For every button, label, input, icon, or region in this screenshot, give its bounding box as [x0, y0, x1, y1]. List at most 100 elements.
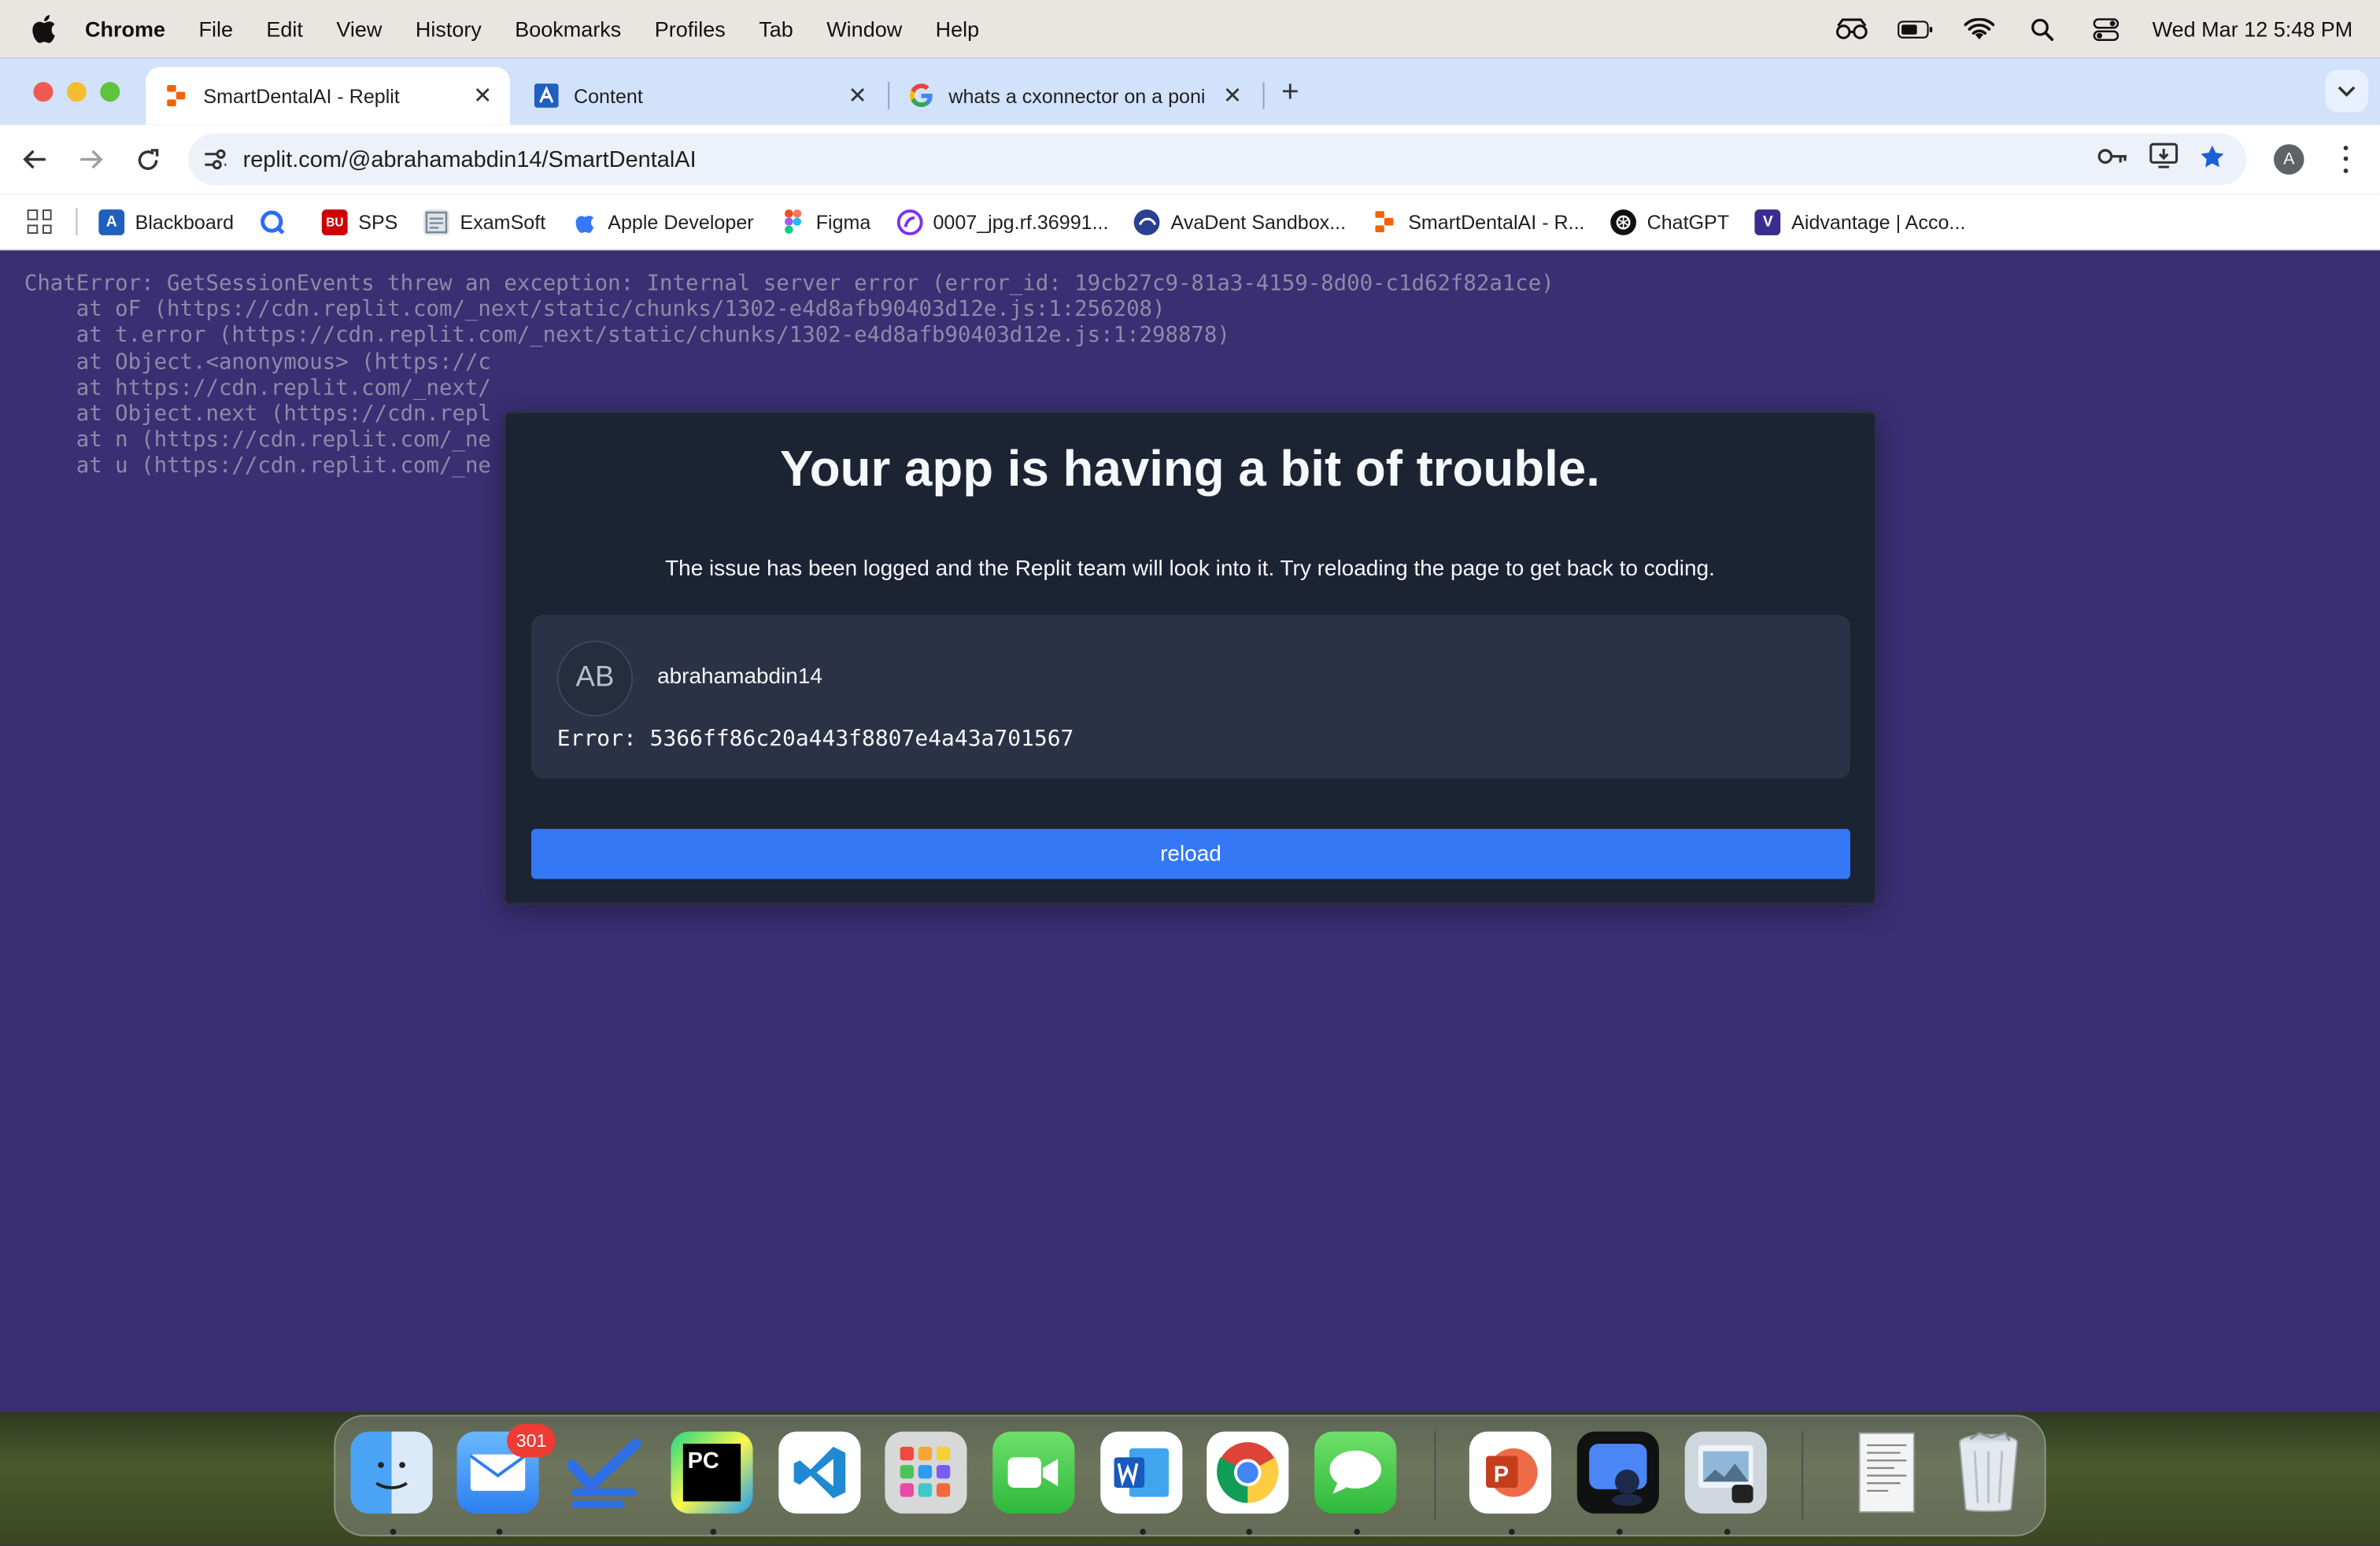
menu-help[interactable]: Help	[918, 17, 996, 41]
menu-window[interactable]: Window	[810, 17, 918, 41]
bookmark-star-icon[interactable]	[2199, 143, 2225, 175]
running-indicator	[710, 1529, 717, 1535]
document-icon[interactable]	[1844, 1432, 1926, 1514]
minimize-window-button[interactable]	[66, 82, 87, 102]
profile-avatar[interactable]: A	[2273, 144, 2304, 175]
tasks-icon[interactable]	[563, 1432, 645, 1514]
replit-icon	[1372, 209, 1398, 235]
stack-line: ChatError: GetSessionEvents threw an exc…	[24, 272, 1554, 297]
chrome-icon[interactable]	[1207, 1431, 1289, 1514]
word-icon[interactable]	[1100, 1431, 1183, 1514]
menubar-clock[interactable]: Wed Mar 12 5:48 PM	[2153, 17, 2353, 41]
screen-sharing-icon[interactable]	[1576, 1431, 1659, 1514]
password-key-icon[interactable]	[2097, 146, 2128, 173]
browser-toolbar: replit.com/@abrahamabdin14/SmartDentalAI…	[0, 124, 2380, 194]
spotlight-search-icon[interactable]	[2025, 15, 2061, 43]
mac-menu-bar: Chrome File Edit View History Bookmarks …	[0, 0, 2380, 58]
back-arrow-icon[interactable]	[17, 141, 53, 177]
bookmark-sps[interactable]: BU SPS	[321, 209, 398, 235]
tab-search-chevron-icon[interactable]	[2325, 69, 2368, 113]
menu-app-name[interactable]: Chrome	[85, 17, 182, 41]
bookmark-apple-developer[interactable]: Apple Developer	[571, 209, 754, 235]
close-tab-icon[interactable]: ✕	[1221, 82, 1245, 109]
fullscreen-window-button[interactable]	[100, 82, 120, 102]
bookmark-avadent[interactable]: AvaDent Sandbox...	[1134, 209, 1346, 235]
tab-separator	[1262, 82, 1265, 109]
google-icon	[909, 83, 933, 108]
launchpad-icon[interactable]	[885, 1431, 967, 1514]
replit-page: ChatError: GetSessionEvents threw an exc…	[0, 250, 2380, 1412]
reload-page-icon[interactable]	[129, 141, 165, 177]
wifi-icon[interactable]	[1961, 15, 1998, 43]
close-tab-icon[interactable]: ✕	[471, 82, 495, 109]
bookmark-label: SPS	[358, 210, 398, 234]
bookmark-figma[interactable]: Figma	[779, 209, 870, 235]
tab-title: whats a cxonnector on a poni	[948, 84, 1206, 107]
running-indicator	[496, 1529, 503, 1535]
reload-button[interactable]: reload	[530, 828, 1850, 879]
modal-description: The issue has been logged and the Replit…	[665, 557, 1715, 582]
apple-menu-icon[interactable]	[0, 13, 85, 44]
tab-title: SmartDentalAI - Replit	[203, 84, 400, 107]
tab-title: Content	[573, 84, 643, 107]
close-window-button[interactable]	[33, 82, 54, 102]
pycharm-icon[interactable]: PC	[671, 1431, 753, 1514]
aidvantage-icon: V	[1754, 209, 1781, 235]
menu-edit[interactable]: Edit	[249, 17, 320, 41]
apps-grid-icon[interactable]	[27, 209, 52, 234]
vscode-icon[interactable]	[778, 1431, 861, 1514]
address-bar[interactable]: replit.com/@abrahamabdin14/SmartDentalAI	[188, 133, 2247, 186]
tab-google-search[interactable]: whats a cxonnector on a poni ✕	[891, 67, 1260, 124]
bookmark-roboflow[interactable]: 0007_jpg.rf.36991...	[896, 209, 1108, 235]
chrome-menu-icon[interactable]	[2334, 142, 2356, 176]
messages-icon[interactable]	[1314, 1431, 1397, 1514]
control-center-icon[interactable]	[2089, 15, 2125, 43]
url-text[interactable]: replit.com/@abrahamabdin14/SmartDentalAI	[243, 146, 2098, 172]
bookmark-chatgpt[interactable]: ChatGPT	[1610, 209, 1729, 235]
bookmark-q[interactable]	[260, 209, 296, 235]
menu-view[interactable]: View	[320, 17, 398, 41]
menu-bookmarks[interactable]: Bookmarks	[498, 17, 638, 41]
figma-icon	[779, 209, 805, 235]
facetime-icon[interactable]	[992, 1431, 1075, 1514]
modal-title: Your app is having a bit of trouble.	[780, 440, 1600, 497]
trash-icon[interactable]	[1947, 1431, 2029, 1514]
anthology-icon	[534, 83, 559, 108]
site-settings-icon[interactable]	[188, 149, 242, 170]
tab-content[interactable]: Content ✕	[516, 67, 885, 124]
chrome-window: SmartDentalAI - Replit ✕ Content ✕ whats…	[0, 57, 2380, 1412]
bookmark-examsoft[interactable]: ExamSoft	[423, 209, 545, 235]
bookmark-aidvantage[interactable]: V Aidvantage | Acco...	[1754, 209, 1965, 235]
menu-profiles[interactable]: Profiles	[638, 17, 742, 41]
screen: Chrome File Edit View History Bookmarks …	[0, 0, 2380, 1546]
tab-strip: SmartDentalAI - Replit ✕ Content ✕ whats…	[0, 57, 2380, 125]
bookmark-label: SmartDentalAI - R...	[1408, 210, 1585, 234]
bookmark-smartdentalai[interactable]: SmartDentalAI - R...	[1372, 209, 1585, 235]
stack-line: at Object.<anonymous> (https://c	[24, 350, 491, 375]
tab-separator	[888, 82, 890, 109]
battery-icon[interactable]	[1898, 15, 1934, 43]
error-id-text: Error: 5366ff86c20a443f8807e4a43a701567	[556, 727, 1074, 752]
stack-line: at oF (https://cdn.replit.com/_next/stat…	[24, 298, 1166, 323]
bookmarks-bar: A Blackboard BU SPS ExamSoft Apple Devel…	[0, 194, 2380, 251]
dock-separator	[1434, 1431, 1436, 1520]
powerpoint-icon[interactable]: P	[1469, 1431, 1551, 1514]
running-indicator	[1354, 1529, 1360, 1535]
running-indicator	[1246, 1529, 1253, 1535]
bookmark-label: Figma	[815, 210, 871, 234]
finder-icon[interactable]	[350, 1431, 433, 1514]
install-app-icon[interactable]	[2149, 142, 2179, 176]
menu-history[interactable]: History	[399, 17, 498, 41]
bookmark-blackboard[interactable]: A Blackboard	[98, 209, 234, 235]
forward-arrow-icon[interactable]	[73, 141, 109, 177]
tab-smartdentalai[interactable]: SmartDentalAI - Replit ✕	[146, 66, 510, 125]
error-modal: Your app is having a bit of trouble. The…	[504, 411, 1876, 905]
menu-file[interactable]: File	[182, 17, 249, 41]
close-tab-icon[interactable]: ✕	[845, 82, 870, 109]
menu-tab[interactable]: Tab	[742, 17, 810, 41]
bookmark-label: Blackboard	[135, 210, 235, 234]
preview-icon[interactable]	[1684, 1431, 1767, 1514]
incognito-glasses-icon[interactable]	[1834, 15, 1870, 43]
dock-separator	[1802, 1431, 1804, 1520]
new-tab-plus-icon[interactable]: +	[1275, 76, 1306, 110]
